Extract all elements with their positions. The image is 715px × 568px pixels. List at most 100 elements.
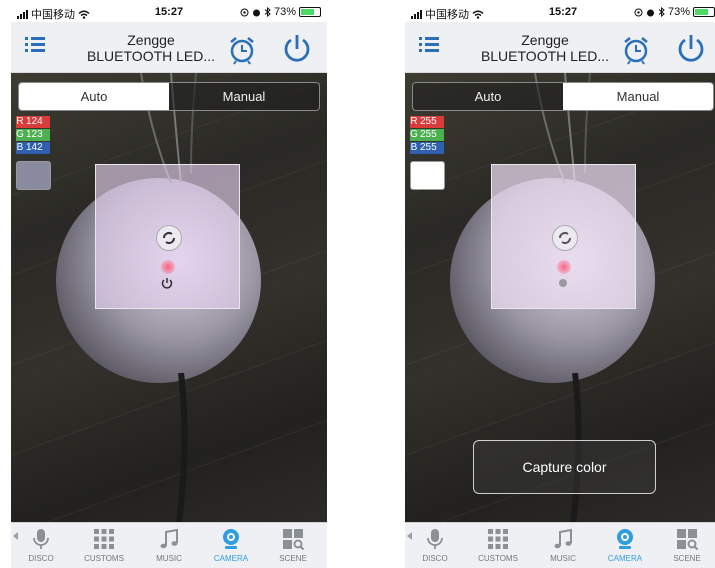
camera-preview: Auto Manual R 255 G 255 B 255 Capture color xyxy=(405,73,715,522)
red-value: 124 xyxy=(24,116,50,128)
tab-scene[interactable]: SCENE xyxy=(263,527,323,563)
auto-mode-tab[interactable]: Auto xyxy=(19,83,169,110)
manual-mode-tab[interactable]: Manual xyxy=(563,83,713,110)
webcam-icon xyxy=(617,529,633,549)
blue-value: 255 xyxy=(418,142,444,154)
menu-icon[interactable] xyxy=(25,36,45,54)
battery-percent: 73% xyxy=(667,6,690,18)
app-header: Zengge BLUETOOTH LED... xyxy=(11,22,327,73)
grid-icon xyxy=(488,529,508,549)
tab-label: DISCO xyxy=(28,554,54,563)
app-header: Zengge BLUETOOTH LED... xyxy=(405,22,715,73)
blue-label: B xyxy=(410,142,418,154)
red-label: R xyxy=(16,116,24,128)
blue-value-row: B 142 xyxy=(16,142,50,154)
bottom-tab-bar: DISCO CUSTOMS MUSIC CAMERA SCENE xyxy=(405,522,715,568)
tab-music[interactable]: MUSIC xyxy=(533,527,593,563)
blue-value-row: B 255 xyxy=(410,142,444,154)
phone-screen-auto: 中国移动 15:27 73% Zengge BLUETOOTH LED... A… xyxy=(11,0,327,568)
tab-customs[interactable]: CUSTOMS xyxy=(74,527,134,563)
blue-value: 142 xyxy=(24,142,50,154)
auto-mode-tab[interactable]: Auto xyxy=(413,83,563,110)
color-capture-frame[interactable] xyxy=(95,164,240,309)
device-title: Zengge BLUETOOTH LED... xyxy=(66,32,236,64)
tab-camera[interactable]: CAMERA xyxy=(201,527,261,563)
device-name: BLUETOOTH LED... xyxy=(86,48,216,64)
bluetooth-icon xyxy=(264,7,271,17)
device-name: BLUETOOTH LED... xyxy=(480,48,610,64)
power-cable xyxy=(176,373,188,522)
tab-disco[interactable]: DISCO xyxy=(11,527,71,563)
scene-icon xyxy=(677,529,699,551)
green-value: 123 xyxy=(24,129,50,141)
tab-label: MUSIC xyxy=(550,554,576,563)
red-value-row: R 255 xyxy=(410,116,444,128)
tab-label: CAMERA xyxy=(213,554,249,563)
location-icon xyxy=(240,8,249,16)
alarm-clock-icon[interactable] xyxy=(621,35,651,65)
alarm-status-icon xyxy=(646,9,654,16)
device-power-icon xyxy=(161,278,173,289)
grid-icon xyxy=(94,529,114,549)
tab-label: CUSTOMS xyxy=(84,554,124,563)
tab-label: DISCO xyxy=(422,554,448,563)
bluetooth-icon xyxy=(658,7,665,17)
green-value: 255 xyxy=(418,129,444,141)
tab-label: MUSIC xyxy=(156,554,182,563)
microphone-icon xyxy=(33,529,49,549)
green-value-row: G 123 xyxy=(16,129,50,141)
blue-label: B xyxy=(16,142,24,154)
sync-icon xyxy=(156,225,182,251)
webcam-icon xyxy=(223,529,239,549)
red-led-indicator xyxy=(557,260,571,274)
color-swatch xyxy=(410,161,445,190)
tab-scene[interactable]: SCENE xyxy=(657,527,715,563)
app-name: Zengge xyxy=(127,32,175,48)
color-swatch xyxy=(16,161,51,190)
tab-music[interactable]: MUSIC xyxy=(139,527,199,563)
tab-label: CUSTOMS xyxy=(478,554,518,563)
red-led-indicator xyxy=(161,260,175,274)
music-note-icon xyxy=(160,528,178,549)
app-name: Zengge xyxy=(521,32,569,48)
status-bar: 中国移动 15:27 73% xyxy=(11,0,327,22)
camera-preview: Auto Manual R 124 G 123 B 142 xyxy=(11,73,327,522)
mode-toggle: Auto Manual xyxy=(412,82,714,111)
bottom-tab-bar: DISCO CUSTOMS MUSIC CAMERA SCENE xyxy=(11,522,327,568)
device-title: Zengge BLUETOOTH LED... xyxy=(460,32,630,64)
tab-label: CAMERA xyxy=(607,554,643,563)
manual-mode-tab[interactable]: Manual xyxy=(169,83,319,110)
green-label: G xyxy=(410,129,418,141)
power-icon[interactable] xyxy=(675,32,707,64)
alarm-status-icon xyxy=(252,9,260,16)
battery-icon xyxy=(299,7,321,17)
power-icon[interactable] xyxy=(281,32,313,64)
red-label: R xyxy=(410,116,418,128)
mode-toggle: Auto Manual xyxy=(18,82,320,111)
battery-icon xyxy=(693,7,715,17)
tab-camera[interactable]: CAMERA xyxy=(595,527,655,563)
red-value-row: R 124 xyxy=(16,116,50,128)
location-icon xyxy=(634,8,643,16)
device-power-icon xyxy=(559,279,567,287)
status-bar: 中国移动 15:27 73% xyxy=(405,0,715,22)
capture-color-button[interactable]: Capture color xyxy=(473,440,656,494)
rgb-readout: R 255 G 255 B 255 xyxy=(410,116,444,155)
scene-icon xyxy=(283,529,305,551)
alarm-clock-icon[interactable] xyxy=(227,35,257,65)
tab-label: SCENE xyxy=(279,554,307,563)
sync-icon xyxy=(552,225,578,251)
battery-percent: 73% xyxy=(273,6,296,18)
green-value-row: G 255 xyxy=(410,129,444,141)
menu-icon[interactable] xyxy=(419,36,439,54)
phone-screen-manual: 中国移动 15:27 73% Zengge BLUETOOTH LED... A… xyxy=(405,0,715,568)
red-value: 255 xyxy=(418,116,444,128)
music-note-icon xyxy=(554,528,572,549)
tab-customs[interactable]: CUSTOMS xyxy=(468,527,528,563)
rgb-readout: R 124 G 123 B 142 xyxy=(16,116,50,155)
tab-disco[interactable]: DISCO xyxy=(405,527,465,563)
tab-label: SCENE xyxy=(673,554,701,563)
microphone-icon xyxy=(427,529,443,549)
color-capture-frame[interactable] xyxy=(491,164,636,309)
green-label: G xyxy=(16,129,24,141)
